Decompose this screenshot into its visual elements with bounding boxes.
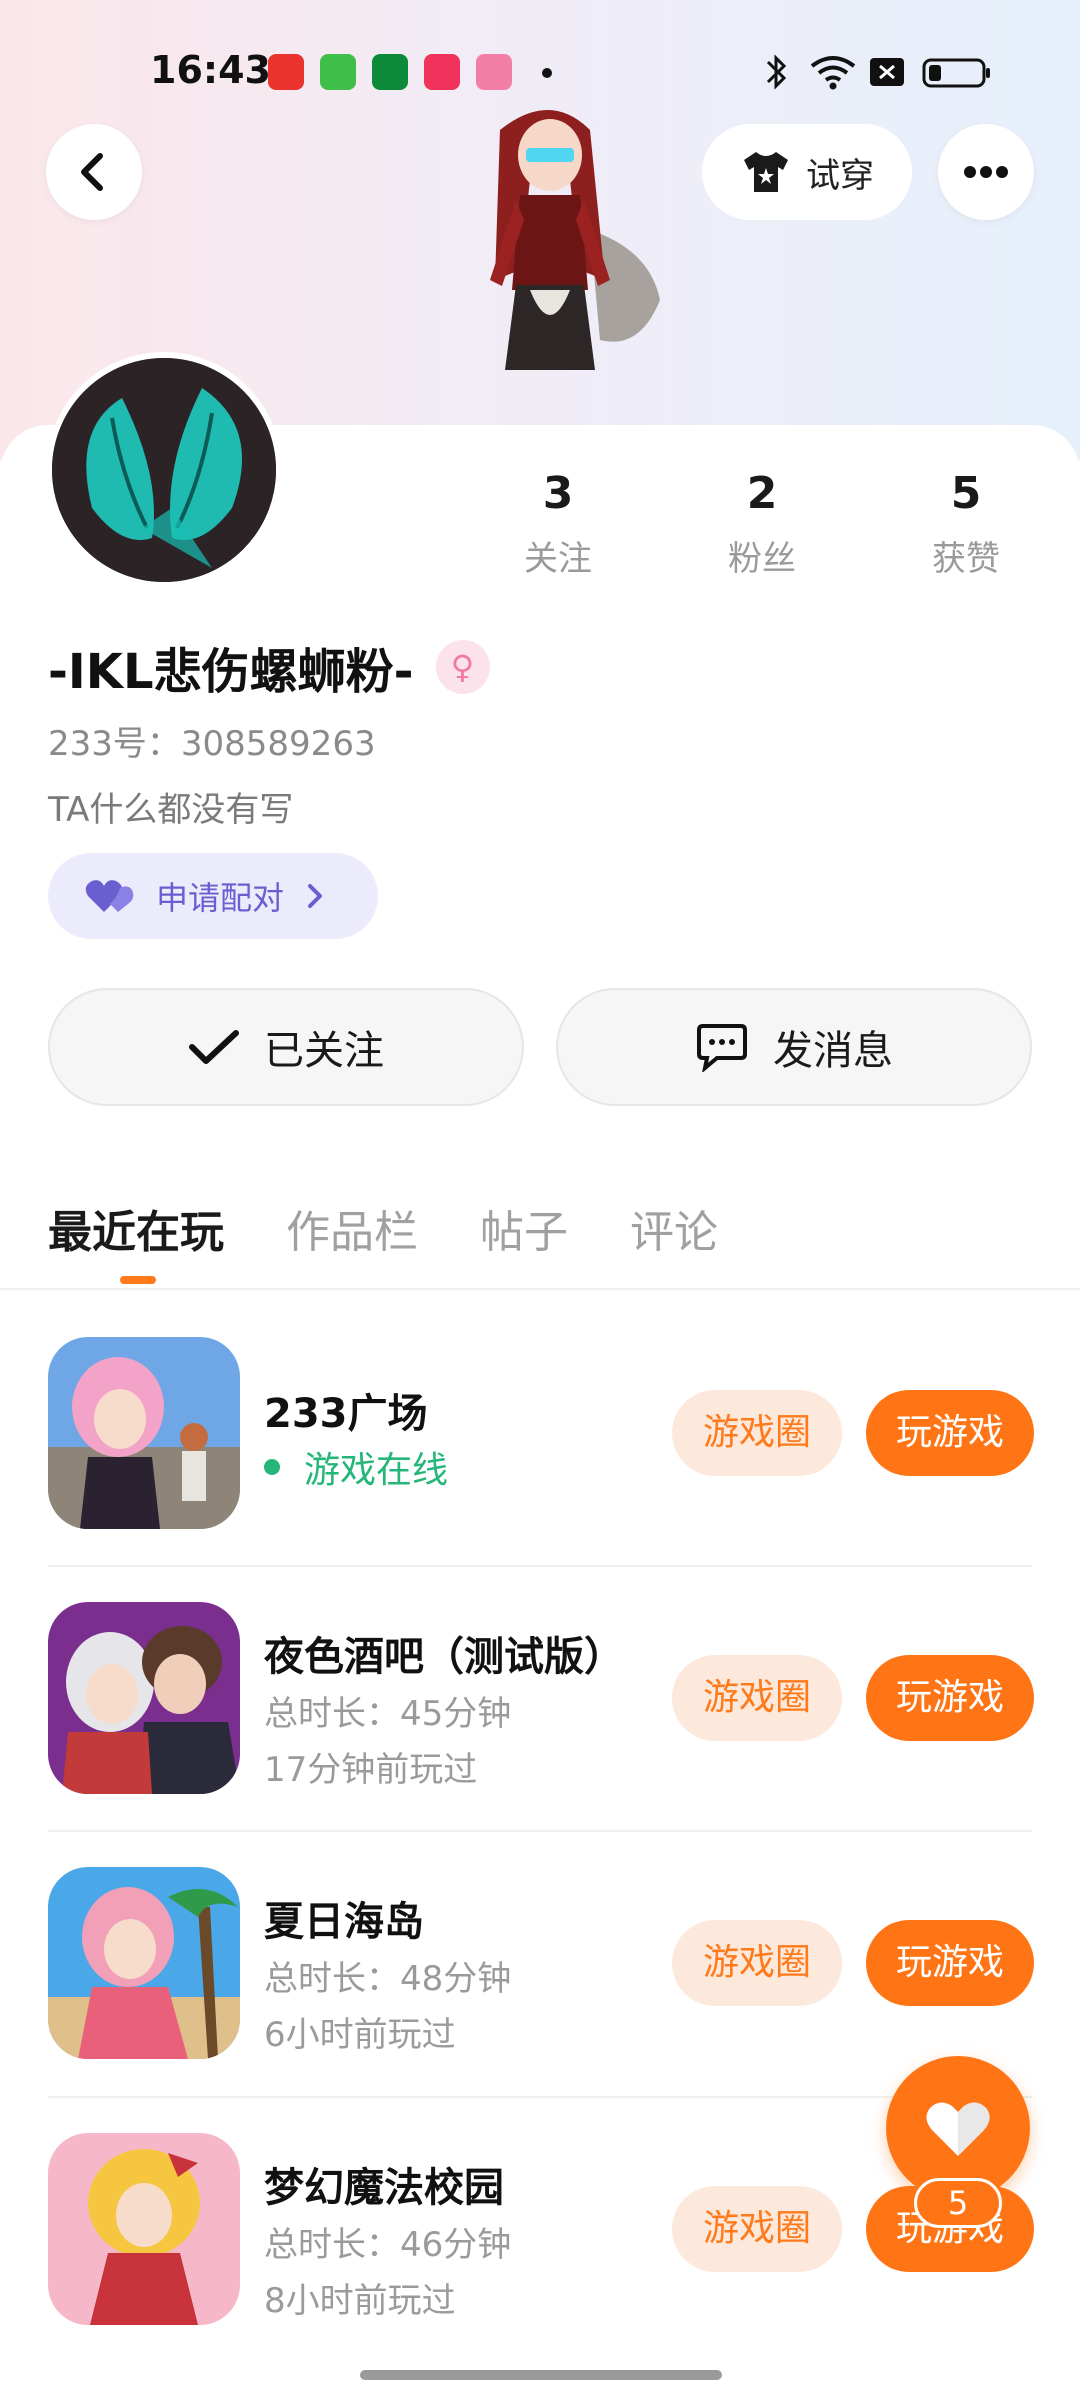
game-duration: 总时长：46分钟 <box>264 2225 512 2265</box>
following-label: 关注 <box>524 539 592 579</box>
send-message-button[interactable]: 发消息 <box>556 988 1032 1106</box>
video-app-icon <box>424 54 460 90</box>
game-online-status: 游戏在线 <box>264 1441 448 1493</box>
status-bar: 16:43 <box>0 48 1080 98</box>
play-game-button[interactable]: 玩游戏 <box>866 1920 1034 2006</box>
toutiao-app-icon <box>268 54 304 90</box>
no-sim-icon <box>870 58 904 86</box>
more-dots-icon <box>964 166 1008 178</box>
user-bio: TA什么都没有写 <box>48 790 294 830</box>
try-on-label: 试穿 <box>806 155 874 196</box>
game-title: 233广场 <box>264 1391 428 1437</box>
likes-count: 5 <box>950 468 982 519</box>
back-button[interactable] <box>46 124 142 220</box>
chevron-left-icon <box>81 153 103 191</box>
status-time: 16:43 <box>150 48 271 92</box>
play-game-button[interactable]: 玩游戏 <box>866 1655 1034 1741</box>
game-last-played: 6小时前玩过 <box>264 2015 456 2055</box>
game-icon-summer-island <box>48 1867 240 2059</box>
game-circle-button[interactable]: 游戏圈 <box>672 1655 842 1741</box>
likes-label: 获赞 <box>932 539 1000 579</box>
row-divider <box>48 1830 1032 1832</box>
tab-posts[interactable]: 帖子 <box>480 1196 568 1260</box>
try-on-button[interactable]: 试穿 <box>702 124 912 220</box>
row-divider <box>48 1565 1032 1567</box>
female-gender-icon: ♀ <box>435 640 490 694</box>
online-dot <box>264 1459 280 1475</box>
stat-followers[interactable]: 2 粉丝 <box>672 468 852 580</box>
wifi-icon <box>810 56 856 90</box>
game-title: 夜色酒吧（测试版） <box>264 1634 624 1680</box>
request-pair-button[interactable]: 申请配对 <box>48 853 378 939</box>
followed-button[interactable]: 已关注 <box>48 988 524 1106</box>
row-divider <box>48 2096 1032 2098</box>
user-id: 233号：308589263 <box>48 724 376 764</box>
game-duration: 总时长：48分钟 <box>264 1959 512 1999</box>
like-count-badge: 5 <box>914 2178 1002 2228</box>
profile-tabs: 最近在玩 作品栏 帖子 评论 <box>48 1196 718 1260</box>
followers-label: 粉丝 <box>728 539 796 579</box>
send-message-label: 发消息 <box>773 1028 893 1074</box>
stat-following[interactable]: 3 关注 <box>468 468 648 580</box>
tshirt-icon <box>744 152 788 192</box>
battery-icon <box>922 58 990 88</box>
chat-bubble-icon <box>697 1024 747 1072</box>
game-item-233-plaza[interactable]: 233广场 游戏在线 游戏圈 玩游戏 <box>48 1337 1034 1537</box>
active-tab-indicator <box>120 1276 156 1284</box>
tab-recently-played[interactable]: 最近在玩 <box>48 1196 224 1260</box>
game-online-label: 游戏在线 <box>304 1450 449 1491</box>
more-options-button[interactable] <box>938 124 1034 220</box>
play-game-button[interactable]: 玩游戏 <box>866 1390 1034 1476</box>
game-last-played: 17分钟前玩过 <box>264 1750 478 1790</box>
following-count: 3 <box>542 468 574 519</box>
game-last-played: 8小时前玩过 <box>264 2281 456 2321</box>
chevron-right-icon <box>308 884 323 908</box>
game-icon-233-plaza <box>48 1337 240 1529</box>
game-duration: 总时长：45分钟 <box>264 1694 512 1734</box>
game-title: 梦幻魔法校园 <box>264 2165 504 2211</box>
tab-comments[interactable]: 评论 <box>630 1196 718 1260</box>
bluetooth-icon <box>766 54 787 90</box>
followers-count: 2 <box>746 468 778 519</box>
butterfly-avatar-image <box>52 358 276 582</box>
user-name-row: -IKL悲伤螺蛳粉- ♀ <box>48 632 490 702</box>
double-heart-icon <box>85 880 134 912</box>
followed-label: 已关注 <box>264 1028 384 1074</box>
game-circle-button[interactable]: 游戏圈 <box>672 2186 842 2272</box>
tabs-divider <box>0 1288 1080 1290</box>
game-item-summer-island[interactable]: 夏日海岛 总时长：48分钟 6小时前玩过 游戏圈 玩游戏 <box>48 1867 1034 2067</box>
game-title: 夏日海岛 <box>264 1899 424 1945</box>
game-circle-button[interactable]: 游戏圈 <box>672 1920 842 2006</box>
shopping-app-icon <box>320 54 356 90</box>
game-circle-button[interactable]: 游戏圈 <box>672 1390 842 1476</box>
request-pair-label: 申请配对 <box>156 879 285 917</box>
user-avatar[interactable] <box>46 352 282 588</box>
game-icon-magic-school <box>48 2133 240 2325</box>
home-indicator[interactable] <box>360 2370 722 2380</box>
game-item-night-bar[interactable]: 夜色酒吧（测试版） 总时长：45分钟 17分钟前玩过 游戏圈 玩游戏 <box>48 1602 1034 1802</box>
bilibili-app-icon <box>476 54 512 90</box>
game-item-magic-school[interactable]: 梦幻魔法校园 总时长：46分钟 8小时前玩过 游戏圈 玩游戏 <box>48 2133 1034 2333</box>
game-icon-night-bar <box>48 1602 240 1794</box>
user-name: -IKL悲伤螺蛳粉- <box>48 644 414 700</box>
checkmark-icon <box>189 1030 239 1064</box>
more-notifications-dot <box>542 68 552 78</box>
character-avatar-3d <box>490 110 660 370</box>
oppo-app-icon <box>372 54 408 90</box>
tab-works[interactable]: 作品栏 <box>286 1196 418 1260</box>
stat-likes[interactable]: 5 获赞 <box>876 468 1056 580</box>
